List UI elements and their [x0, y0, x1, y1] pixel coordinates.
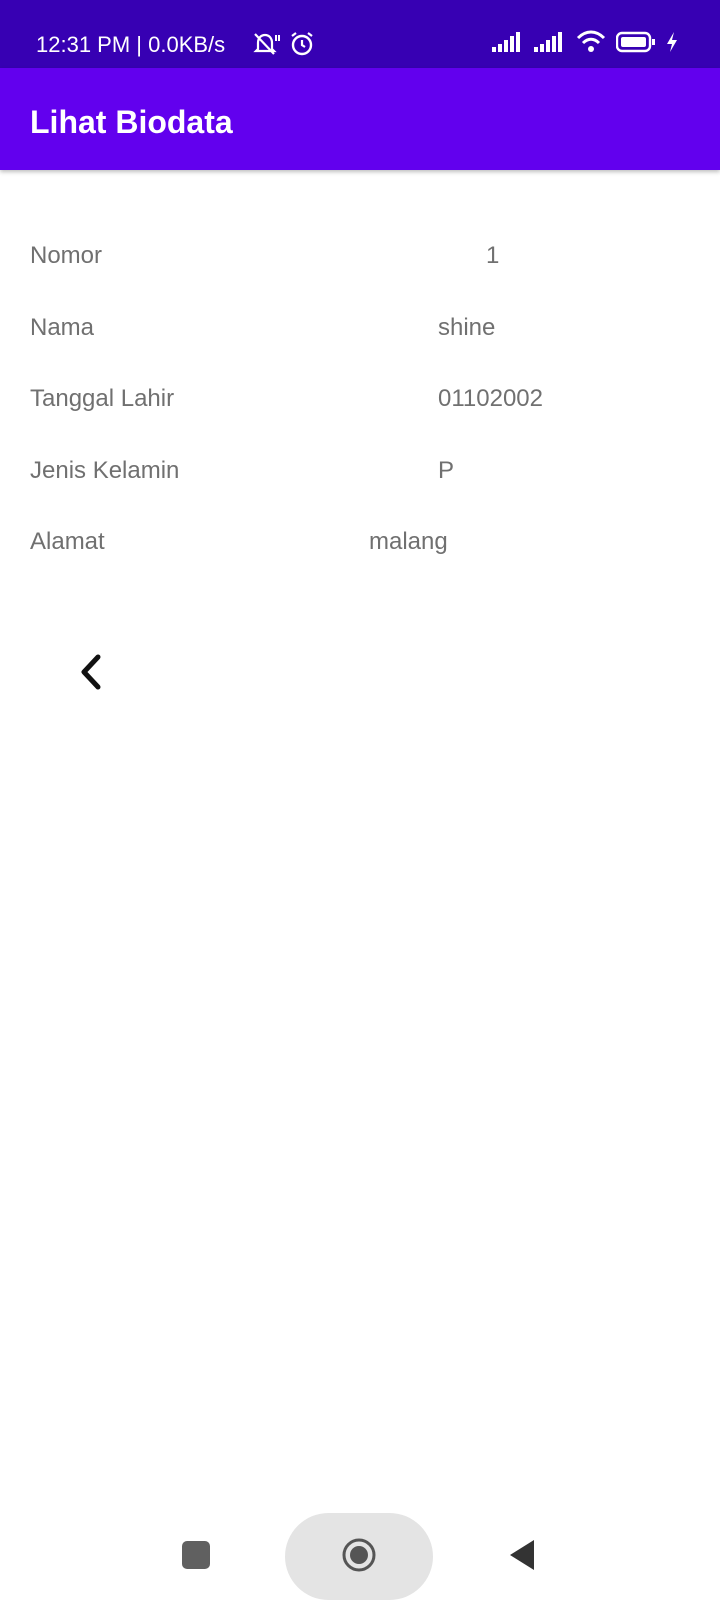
field-label: Nama: [30, 314, 95, 341]
wifi-icon: [576, 30, 606, 59]
back-icon[interactable]: [507, 1538, 537, 1572]
field-label: Nomor: [30, 242, 103, 269]
status-time: 12:31 PM | 0.0KB/s: [36, 32, 226, 57]
alarm-icon: [288, 30, 316, 63]
chevron-left-icon: [76, 653, 104, 696]
app-bar: Lihat Biodata: [0, 68, 720, 170]
muted-bell-icon: [250, 31, 280, 62]
status-icons-left: [250, 30, 316, 63]
recents-icon[interactable]: [182, 1541, 210, 1569]
field-label: Jenis Kelamin: [30, 457, 180, 484]
field-value: shine: [438, 314, 496, 341]
field-value: 1: [486, 242, 500, 269]
back-button[interactable]: [62, 648, 118, 700]
status-bar: 12:31 PM | 0.0KB/s: [0, 0, 720, 68]
signal-icon: [492, 31, 524, 58]
home-icon[interactable]: [341, 1537, 377, 1573]
signal-icon: [534, 31, 566, 58]
field-label: Tanggal Lahir: [30, 385, 175, 412]
battery-icon: [615, 31, 656, 58]
page-title: Lihat Biodata: [30, 104, 233, 140]
field-label: Alamat: [30, 528, 105, 555]
field-value: malang: [369, 528, 448, 555]
status-icons-right: [492, 30, 678, 59]
field-value: 01102002: [438, 385, 543, 412]
field-value: P: [438, 457, 455, 484]
charging-icon: [666, 31, 678, 58]
